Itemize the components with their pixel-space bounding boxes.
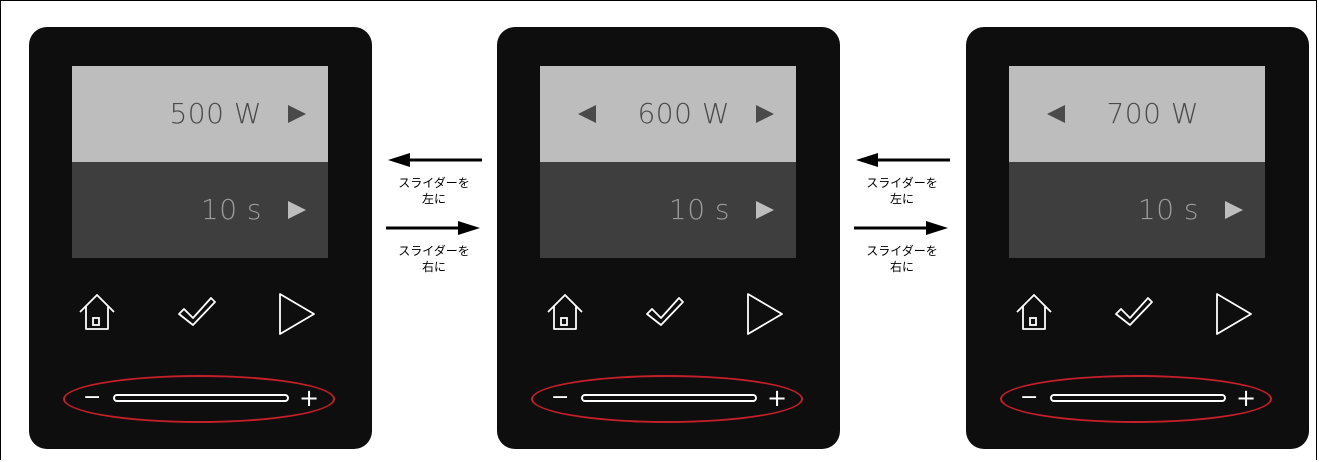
touch-slider[interactable]: − + <box>63 375 335 423</box>
time-row[interactable]: 10 s <box>72 162 328 258</box>
power-value: 700 W <box>1106 97 1199 130</box>
power-value: 600 W <box>637 97 730 130</box>
home-icon[interactable] <box>77 292 117 332</box>
plus-icon: + <box>299 384 320 412</box>
right-triangle-icon[interactable] <box>1225 201 1243 219</box>
slider-track[interactable] <box>581 394 757 402</box>
caption-line: スライダーを <box>398 244 470 258</box>
arrow-left <box>852 150 952 170</box>
plus-icon: + <box>767 384 788 412</box>
power-row[interactable]: 700 W <box>1009 66 1265 162</box>
display-screen: 500 W 10 s <box>72 66 328 258</box>
power-row[interactable]: 600 W <box>540 66 796 162</box>
check-icon[interactable] <box>1114 292 1154 332</box>
device-panel-1: 500 W 10 s − + <box>29 27 372 449</box>
arrow-left <box>384 150 484 170</box>
caption-line: スライダーを <box>398 176 470 190</box>
caption-line: スライダーを <box>866 176 938 190</box>
touch-slider[interactable]: − + <box>1000 375 1272 423</box>
play-icon[interactable] <box>277 292 317 336</box>
caption-slide-left: スライダーを 左に <box>384 175 484 207</box>
left-triangle-icon[interactable] <box>578 105 596 123</box>
power-row[interactable]: 500 W <box>72 66 328 162</box>
time-row[interactable]: 10 s <box>1009 162 1265 258</box>
caption-slide-right: スライダーを 右に <box>852 243 952 275</box>
caption-line: スライダーを <box>866 244 938 258</box>
minus-icon: − <box>551 385 570 410</box>
power-value: 500 W <box>169 97 262 130</box>
right-triangle-icon[interactable] <box>756 201 774 219</box>
slider-track[interactable] <box>113 394 289 402</box>
display-screen: 700 W 10 s <box>1009 66 1265 258</box>
caption-line: 右に <box>889 260 914 274</box>
arrow-right <box>384 218 484 238</box>
touch-slider[interactable]: − + <box>531 375 803 423</box>
time-value: 10 s <box>200 193 262 226</box>
arrow-right <box>852 218 952 238</box>
play-icon[interactable] <box>1214 292 1254 336</box>
right-triangle-icon[interactable] <box>288 105 306 123</box>
check-icon[interactable] <box>645 292 685 332</box>
right-triangle-icon[interactable] <box>756 105 774 123</box>
device-panel-2: 600 W 10 s − + <box>497 27 840 449</box>
slider-track[interactable] <box>1050 394 1226 402</box>
home-icon[interactable] <box>545 292 585 332</box>
time-row[interactable]: 10 s <box>540 162 796 258</box>
play-icon[interactable] <box>745 292 785 336</box>
minus-icon: − <box>83 385 102 410</box>
right-triangle-icon[interactable] <box>288 201 306 219</box>
check-icon[interactable] <box>177 292 217 332</box>
minus-icon: − <box>1020 385 1039 410</box>
plus-icon: + <box>1236 384 1257 412</box>
left-triangle-icon[interactable] <box>1047 105 1065 123</box>
caption-line: 左に <box>421 192 446 206</box>
display-screen: 600 W 10 s <box>540 66 796 258</box>
caption-slide-left: スライダーを 左に <box>852 175 952 207</box>
device-panel-3: 700 W 10 s − + <box>966 27 1309 449</box>
caption-line: 右に <box>421 260 446 274</box>
caption-line: 左に <box>889 192 914 206</box>
time-value: 10 s <box>668 193 730 226</box>
caption-slide-right: スライダーを 右に <box>384 243 484 275</box>
time-value: 10 s <box>1137 193 1199 226</box>
home-icon[interactable] <box>1014 292 1054 332</box>
